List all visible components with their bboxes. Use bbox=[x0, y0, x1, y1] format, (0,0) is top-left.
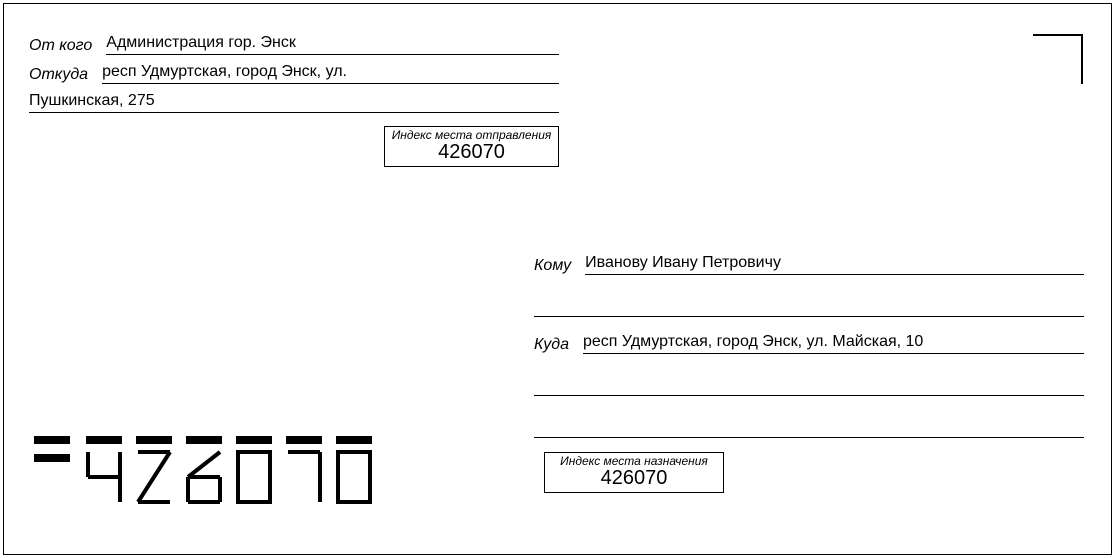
sender-from-label: От кого bbox=[29, 37, 92, 55]
segment-digit bbox=[236, 436, 272, 504]
digit-topbar bbox=[336, 436, 372, 444]
envelope-outline: От кого Администрация гор. Энск Откуда р… bbox=[3, 3, 1112, 555]
recipient-blank-line-3 bbox=[534, 412, 1084, 438]
digit-topbar bbox=[286, 436, 322, 444]
digit-glyph-6 bbox=[186, 450, 222, 504]
recipient-addr-label: Куда bbox=[534, 336, 569, 354]
recipient-to-label: Кому bbox=[534, 257, 571, 275]
sender-addr-value: респ Удмуртская, город Энск, ул. bbox=[102, 63, 559, 84]
digit-topbar bbox=[236, 436, 272, 444]
segment-marker bbox=[34, 436, 70, 462]
sender-index-box: Индекс места отправления 426070 bbox=[384, 126, 559, 167]
sender-index-value: 426070 bbox=[389, 142, 554, 162]
digit-topbar bbox=[136, 436, 172, 444]
recipient-block: Кому Иванову Ивану Петровичу Куда респ У… bbox=[534, 254, 1084, 454]
recipient-addr-value: респ Удмуртская, город Энск, ул. Майская… bbox=[583, 333, 1084, 354]
sender-addr-continuation: Пушкинская, 275 bbox=[29, 92, 559, 113]
digit-glyph-2 bbox=[136, 450, 172, 504]
segment-digit bbox=[86, 436, 122, 504]
corner-mark bbox=[1033, 34, 1083, 84]
recipient-index-value: 426070 bbox=[549, 468, 719, 488]
sender-block: От кого Администрация гор. Энск Откуда р… bbox=[29, 34, 559, 113]
recipient-blank-line-1 bbox=[534, 291, 1084, 317]
recipient-index-box: Индекс места назначения 426070 bbox=[544, 452, 724, 493]
sender-addr-label: Откуда bbox=[29, 66, 88, 84]
segment-digit bbox=[336, 436, 372, 504]
postal-code-segments bbox=[34, 436, 372, 504]
digit-glyph-4 bbox=[86, 450, 122, 504]
recipient-index-caption: Индекс места назначения bbox=[549, 454, 719, 468]
digit-glyph-7 bbox=[286, 450, 322, 504]
recipient-blank-line-2 bbox=[534, 370, 1084, 396]
recipient-addr-row: Куда респ Удмуртская, город Энск, ул. Ма… bbox=[534, 333, 1084, 354]
segment-digit bbox=[186, 436, 222, 504]
marker-dash bbox=[34, 436, 70, 444]
digit-glyph-0 bbox=[236, 450, 272, 504]
sender-from-value: Администрация гор. Энск bbox=[106, 34, 559, 55]
recipient-to-row: Кому Иванову Ивану Петровичу bbox=[534, 254, 1084, 275]
digit-glyph-0 bbox=[336, 450, 372, 504]
marker-dash bbox=[34, 454, 70, 462]
sender-addr-row: Откуда респ Удмуртская, город Энск, ул. bbox=[29, 63, 559, 84]
segment-digit bbox=[136, 436, 172, 504]
digit-topbar bbox=[86, 436, 122, 444]
sender-from-row: От кого Администрация гор. Энск bbox=[29, 34, 559, 55]
segment-digit bbox=[286, 436, 322, 504]
digit-topbar bbox=[186, 436, 222, 444]
recipient-to-value: Иванову Ивану Петровичу bbox=[585, 254, 1084, 275]
sender-index-caption: Индекс места отправления bbox=[389, 128, 554, 142]
